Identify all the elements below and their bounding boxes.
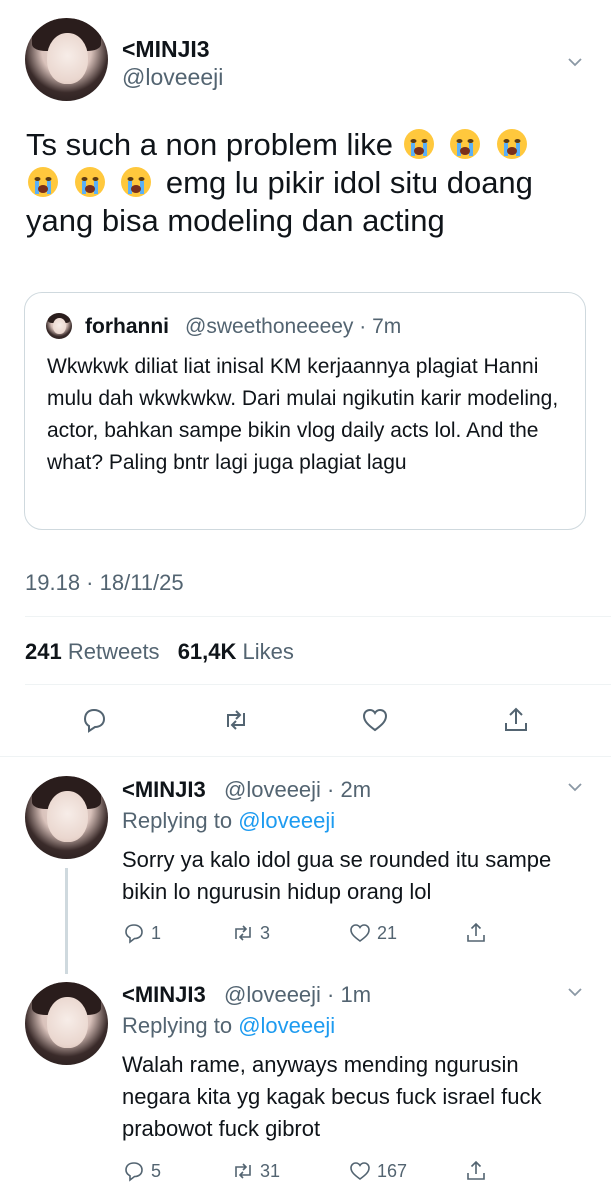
like-heart-icon (350, 924, 370, 942)
more-options-chevron-icon[interactable] (568, 985, 582, 999)
retweet-icon (235, 925, 251, 941)
share-action[interactable] (464, 1159, 493, 1183)
tweet-text-line2: emg lu pikir idol situ doang (165, 165, 533, 200)
reply-author-handle[interactable]: @loveeeji · 1m (224, 982, 371, 1008)
quoted-tweet[interactable]: forhanni @sweethoneeeey · 7m Wkwkwk dili… (24, 292, 586, 530)
reply-author-name[interactable]: <MINJI3 (122, 777, 206, 803)
author-name[interactable]: <MINJI3 (122, 36, 210, 63)
tweet-stats: 241 Retweets 61,4K Likes (25, 639, 306, 665)
divider (0, 756, 611, 757)
reply-text: Walah rame, anyways mending ngurusin neg… (122, 1052, 542, 1141)
divider (25, 684, 611, 685)
reply-count: 5 (151, 1160, 162, 1181)
more-options-chevron-icon[interactable] (568, 780, 582, 794)
avatar-face (46, 996, 89, 1049)
reply-author-avatar[interactable] (25, 776, 108, 859)
reply-icon (125, 1162, 143, 1182)
share-icon (467, 1160, 485, 1180)
reply-action[interactable]: 1 (122, 921, 161, 945)
replying-to-prefix: Replying to (122, 808, 233, 833)
like-count: 21 (377, 922, 398, 943)
loudly-crying-emoji-icon (495, 127, 529, 161)
reply-text: Sorry ya kalo idol gua se rounded itu sa… (122, 847, 552, 904)
reply-author-name[interactable]: <MINJI3 (122, 982, 206, 1008)
retweet-action[interactable]: 3 (231, 921, 270, 945)
reply-count: 1 (151, 922, 162, 943)
loudly-crying-emoji-icon (119, 165, 153, 199)
likes-label[interactable]: Likes (243, 639, 294, 664)
tweet-text: Ts such a non problem like emg lu pikir … (26, 126, 586, 240)
reply-author-avatar[interactable] (25, 982, 108, 1065)
retweet-action[interactable]: 31 (231, 1159, 280, 1183)
quote-author-name: forhanni (85, 315, 169, 338)
tweet-text-line3: yang bisa modeling dan acting (26, 203, 445, 238)
tweet-text-line1: Ts such a non problem like (26, 127, 394, 162)
avatar-face (52, 317, 66, 334)
likes-count[interactable]: 61,4K (178, 639, 237, 664)
replying-to-mention[interactable]: @loveeeji (238, 808, 335, 833)
like-action[interactable]: 167 (348, 1159, 407, 1183)
author-handle[interactable]: @loveeeji (122, 64, 223, 91)
share-icon (467, 922, 485, 942)
retweet-icon[interactable] (221, 705, 251, 735)
replying-to: Replying to @loveeeji (122, 808, 335, 834)
like-heart-icon (350, 1162, 370, 1180)
like-heart-icon[interactable] (360, 705, 390, 735)
tweet-timestamp: 19.18 · 18/11/25 (25, 570, 184, 595)
retweet-count: 31 (260, 1160, 281, 1181)
loudly-crying-emoji-icon (26, 165, 60, 199)
share-icon[interactable] (501, 705, 531, 735)
reply-icon[interactable] (79, 705, 109, 735)
thread-connector-line (65, 868, 68, 974)
quote-author-avatar (46, 313, 72, 339)
replying-to-mention[interactable]: @loveeeji (238, 1013, 335, 1038)
replying-to-prefix: Replying to (122, 1013, 233, 1038)
replying-to: Replying to @loveeeji (122, 1013, 335, 1039)
retweet-count: 3 (260, 922, 271, 943)
divider (25, 616, 611, 617)
reply-action[interactable]: 5 (122, 1159, 161, 1183)
avatar-face (46, 790, 89, 843)
like-action[interactable]: 21 (348, 921, 397, 945)
more-options-chevron-icon[interactable] (568, 55, 582, 69)
avatar-face (46, 32, 89, 85)
loudly-crying-emoji-icon (448, 127, 482, 161)
reply-icon (125, 924, 143, 944)
share-action[interactable] (464, 921, 493, 945)
quote-text: Wkwkwk diliat liat inisal KM kerjaannya … (47, 355, 559, 474)
reply-author-handle[interactable]: @loveeeji · 2m (224, 777, 371, 803)
retweet-icon (235, 1163, 251, 1179)
author-avatar[interactable] (25, 18, 108, 101)
loudly-crying-emoji-icon (402, 127, 436, 161)
like-count: 167 (377, 1160, 408, 1181)
retweets-label[interactable]: Retweets (68, 639, 160, 664)
retweets-count[interactable]: 241 (25, 639, 62, 664)
loudly-crying-emoji-icon (73, 165, 107, 199)
quote-author-handle: @sweethoneeeey · 7m (185, 315, 402, 338)
